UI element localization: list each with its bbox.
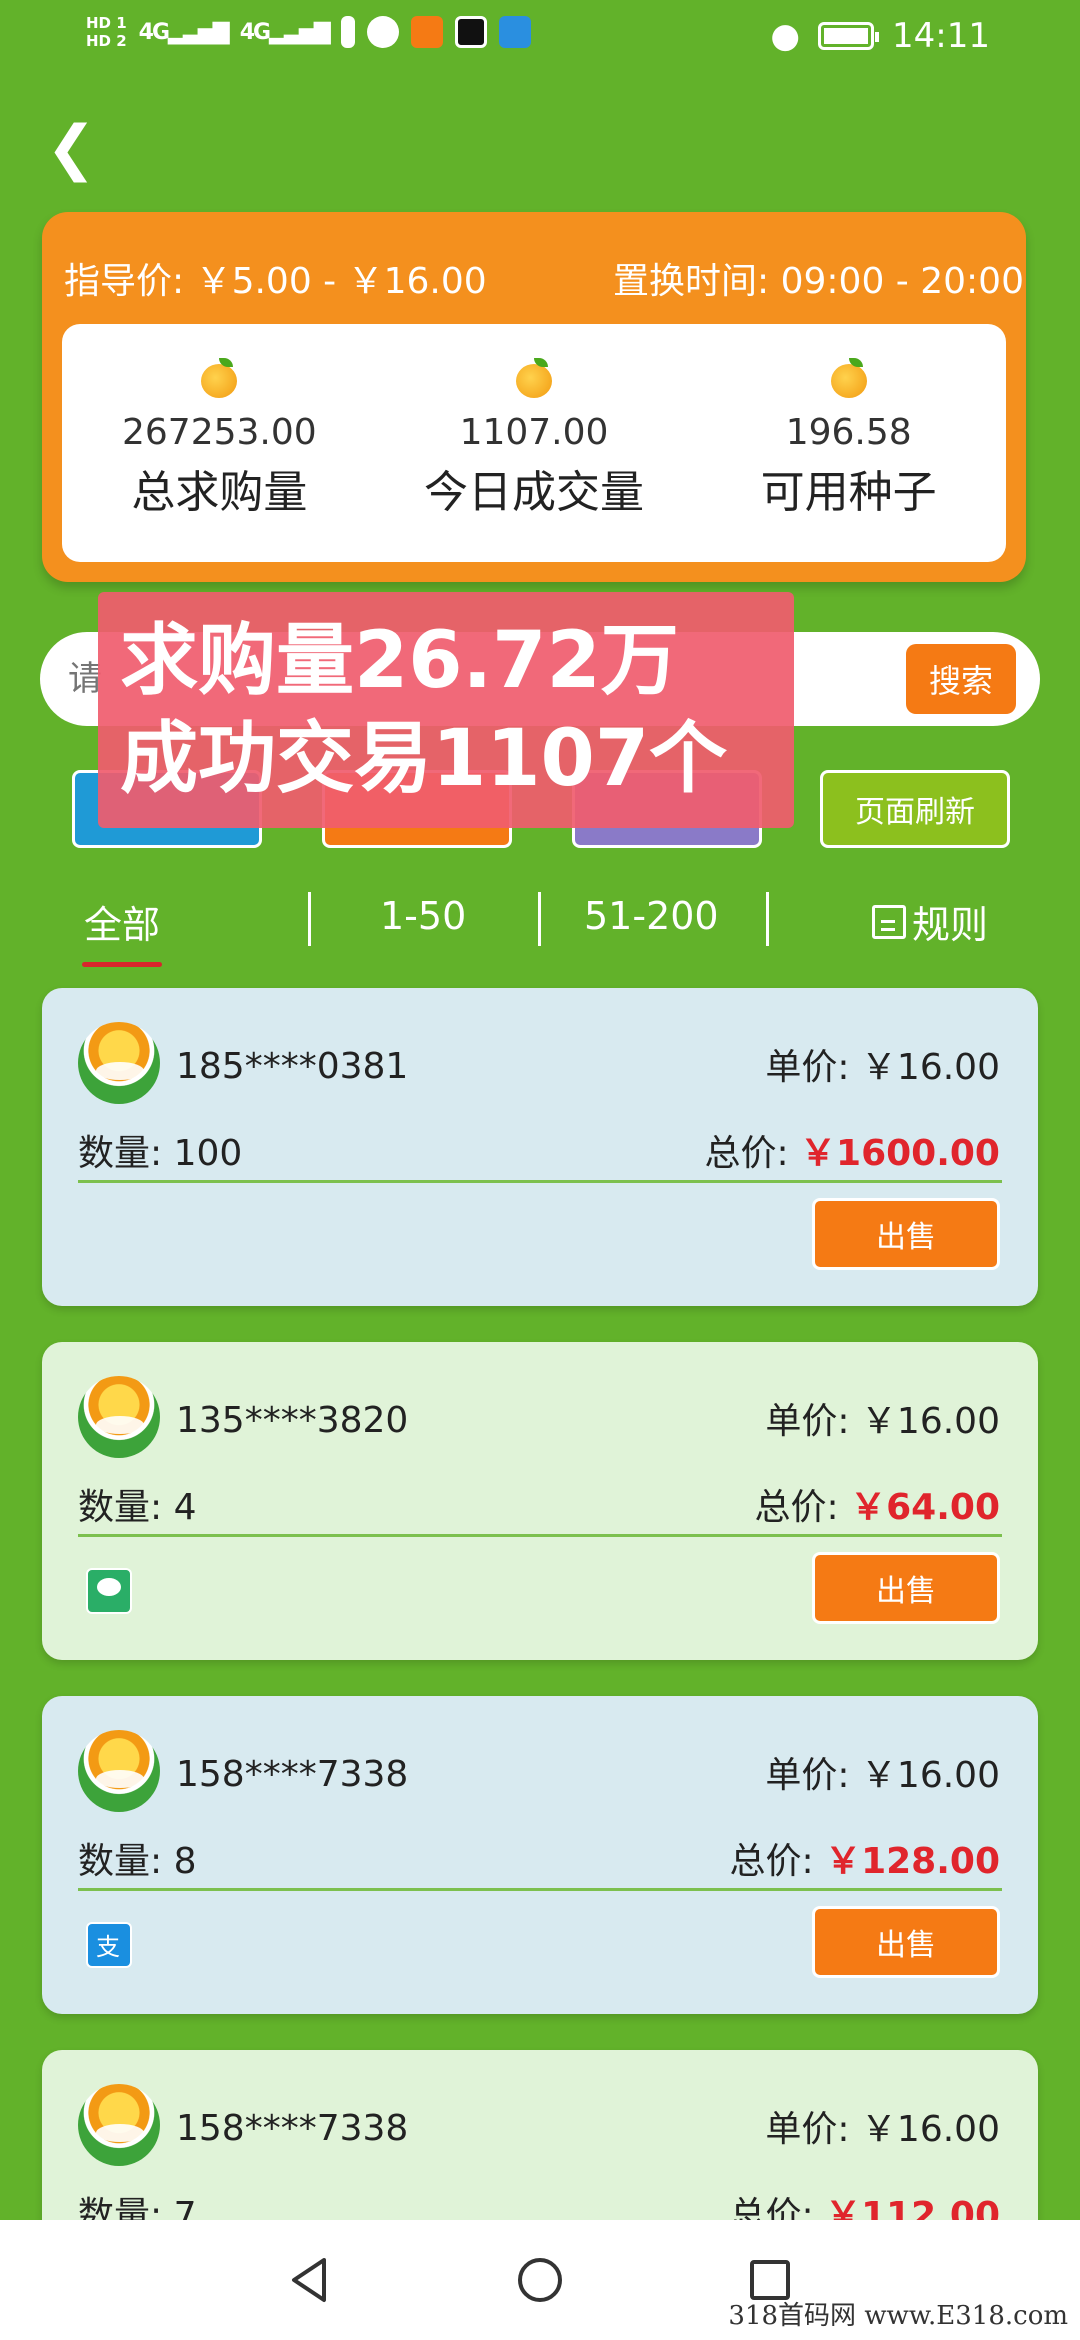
order-phone: 135****3820 <box>176 1400 409 1441</box>
status-bar: HD 1 HD 2 4G▂▃▅▇ 4G▂▃▅▇ ● 14:11 <box>0 0 1080 80</box>
wechat-icon <box>366 16 399 48</box>
order-unit-price: 单价: ￥16.00 <box>765 1755 1000 1796</box>
fruit-icon <box>201 358 238 398</box>
order-unit-price: 单价: ￥16.00 <box>765 1401 1000 1442</box>
tab-rules[interactable]: 规则 <box>872 894 988 949</box>
nav-back-icon[interactable] <box>280 2250 340 2310</box>
nav-home-icon[interactable] <box>510 2250 570 2310</box>
fruit-icon <box>830 358 867 398</box>
location-icon: ● <box>770 16 801 56</box>
hd-icon: HD 1 HD 2 <box>86 14 127 50</box>
tab-divider <box>538 892 541 946</box>
stat-available-seeds: 196.58 可用种子 <box>691 324 1006 562</box>
watermark: 318首码网 www.E318.com <box>728 2301 1068 2331</box>
order-quantity: 数量: 100 <box>78 1133 243 1174</box>
tab-divider <box>308 892 311 946</box>
video-icon <box>410 16 443 48</box>
order-total: 总价: ￥128.00 <box>729 1841 1001 1882</box>
order-card: 185****0381 单价: ￥16.00 数量: 100 总价: ￥1600… <box>42 988 1038 1306</box>
tab-1-50[interactable]: 1-50 <box>380 894 466 938</box>
order-phone: 158****7338 <box>176 2108 409 2149</box>
order-card: 158****7338 单价: ￥16.00 数量: 8 总价: ￥128.00… <box>42 1696 1038 2014</box>
alipay-icon <box>86 1922 132 1968</box>
refresh-button[interactable]: 页面刷新 <box>820 770 1010 848</box>
bird-icon <box>498 16 531 48</box>
system-nav-bar: 318首码网 www.E318.com <box>0 2220 1080 2340</box>
stat-today-volume: 1107.00 今日成交量 <box>377 324 692 562</box>
hd1-label: HD 1 <box>86 14 127 32</box>
market-info-card: 指导价: ￥5.00 - ￥16.00 置换时间: 09:00 - 20:00 … <box>42 212 1026 582</box>
fruit-icon <box>516 358 552 398</box>
order-total: 总价: ￥1600.00 <box>704 1133 1000 1174</box>
search-button[interactable]: 搜索 <box>906 644 1016 714</box>
divider <box>78 1180 1002 1183</box>
app-logo-icon <box>78 1022 160 1104</box>
order-phone: 185****0381 <box>176 1046 409 1087</box>
overlay-line-1: 求购量26.72万 <box>120 616 679 706</box>
order-unit-price: 单价: ￥16.00 <box>765 2109 1000 2150</box>
signal-icon-2: 4G▂▃▅▇ <box>239 19 331 45</box>
rules-label: 规则 <box>912 903 989 947</box>
sell-button[interactable]: 出售 <box>812 1906 1000 1978</box>
stat-value: 267253.00 <box>121 412 317 453</box>
app-logo-icon <box>78 1376 160 1458</box>
stat-total-demand: 267253.00 总求购量 <box>62 324 377 562</box>
order-phone: 158****7338 <box>176 1754 409 1795</box>
back-icon[interactable]: ❮ <box>46 118 96 178</box>
divider <box>78 1888 1002 1891</box>
sell-button[interactable]: 出售 <box>812 1198 1000 1270</box>
swap-time: 置换时间: 09:00 - 20:00 <box>613 261 1024 302</box>
stat-label: 总求购量 <box>131 467 308 518</box>
tab-51-200[interactable]: 51-200 <box>584 894 719 938</box>
app-logo-icon <box>78 2084 160 2166</box>
sell-button[interactable]: 出售 <box>812 1552 1000 1624</box>
stat-value: 196.58 <box>785 412 912 453</box>
status-time: 14:11 <box>892 16 990 56</box>
order-quantity: 数量: 4 <box>78 1487 197 1528</box>
tab-divider <box>766 892 769 946</box>
guide-price: 指导价: ￥5.00 - ￥16.00 <box>64 261 487 302</box>
order-card: 135****3820 单价: ￥16.00 数量: 4 总价: ￥64.00 … <box>42 1342 1038 1660</box>
order-unit-price: 单价: ￥16.00 <box>765 1047 1000 1088</box>
promo-overlay: 求购量26.72万 成功交易1107个 <box>98 592 794 828</box>
stat-label: 可用种子 <box>760 467 937 518</box>
filter-tabs: 全部 1-50 51-200 规则 <box>0 880 1080 967</box>
signal-icon: 4G▂▃▅▇ <box>138 19 230 45</box>
qr-icon <box>454 16 487 48</box>
app-logo-icon <box>78 1730 160 1812</box>
stat-label: 今日成交量 <box>424 467 644 518</box>
stat-value: 1107.00 <box>459 412 609 453</box>
rules-icon <box>872 904 906 939</box>
divider <box>78 1534 1002 1537</box>
wechat-pay-icon <box>86 1568 132 1614</box>
stats-box: 267253.00 总求购量 1107.00 今日成交量 196.58 可用种子 <box>62 324 1006 562</box>
overlay-line-2: 成功交易1107个 <box>120 714 728 804</box>
order-quantity: 数量: 8 <box>78 1841 197 1882</box>
tab-all[interactable]: 全部 <box>81 894 163 967</box>
order-total: 总价: ￥64.00 <box>754 1487 1000 1528</box>
alert-icon <box>340 16 355 48</box>
battery-icon <box>818 22 880 50</box>
hd2-label: HD 2 <box>86 32 127 50</box>
